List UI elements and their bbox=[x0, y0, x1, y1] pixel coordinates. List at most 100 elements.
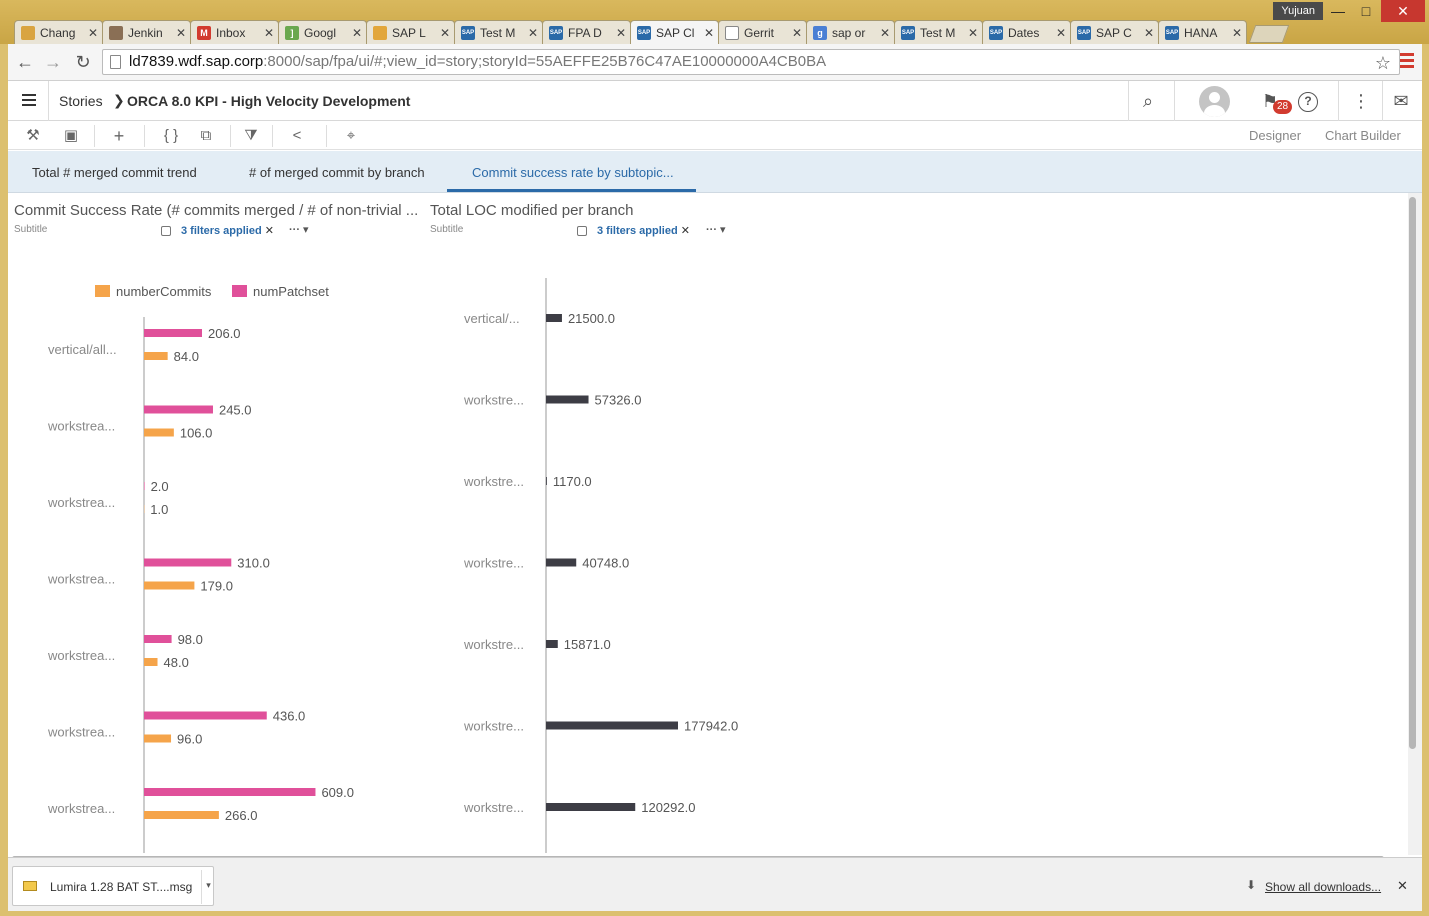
chart1-data-label: 84.0 bbox=[174, 349, 199, 364]
tab-label: Gerrit bbox=[744, 25, 774, 40]
browser-tab[interactable]: SAP Test M ✕ bbox=[454, 20, 543, 44]
tab-close-icon[interactable]: ✕ bbox=[968, 26, 978, 40]
tab-favicon-icon: SAP bbox=[901, 25, 915, 40]
tab-close-icon[interactable]: ✕ bbox=[1144, 26, 1154, 40]
share-icon[interactable]: < bbox=[284, 125, 310, 147]
tab-close-icon[interactable]: ✕ bbox=[440, 26, 450, 40]
story-canvas: Commit Success Rate (# commits merged / … bbox=[8, 193, 1408, 855]
browser-tab[interactable]: g sap or ✕ bbox=[806, 20, 895, 44]
download-item[interactable]: Lumira 1.28 BAT ST....msg ▾ bbox=[12, 866, 214, 906]
tab-close-icon[interactable]: ✕ bbox=[880, 26, 890, 40]
chart2-category-label: workstre... bbox=[463, 637, 524, 652]
filter-icon[interactable]: ⧩ bbox=[240, 125, 262, 147]
tab-favicon-icon bbox=[109, 25, 123, 40]
chart2-data-label: 57326.0 bbox=[595, 393, 642, 408]
browser-tab[interactable]: SAP FPA D ✕ bbox=[542, 20, 631, 44]
back-button[interactable]: ← bbox=[14, 51, 36, 73]
help-icon[interactable]: ? bbox=[1298, 92, 1318, 112]
chart1-category-label: workstrea... bbox=[47, 725, 115, 740]
forward-button[interactable]: → bbox=[42, 51, 64, 73]
tab-close-icon[interactable]: ✕ bbox=[704, 26, 714, 40]
chart1-data-label: 436.0 bbox=[273, 709, 306, 724]
chart2-data-label: 40748.0 bbox=[582, 556, 629, 571]
vertical-scrollbar-thumb[interactable] bbox=[1409, 197, 1416, 749]
pin-icon[interactable]: ⌖ bbox=[338, 125, 364, 147]
chart2-bar bbox=[546, 477, 547, 485]
legend-swatch bbox=[95, 285, 110, 297]
chart1-bar bbox=[144, 635, 172, 643]
chart1-bar bbox=[144, 405, 213, 414]
close-download-bar-button[interactable]: ✕ bbox=[1397, 878, 1408, 894]
browser-tab[interactable]: SAP Test M ✕ bbox=[894, 20, 983, 44]
browser-menu-icon[interactable] bbox=[1400, 53, 1414, 69]
star-icon[interactable]: ☆ bbox=[1375, 51, 1391, 74]
legend-label: numberCommits bbox=[116, 284, 212, 299]
address-bar[interactable]: ld7839.wdf.sap.corp:8000/sap/fpa/ui/#;vi… bbox=[102, 49, 1400, 75]
chart1-data-label: 2.0 bbox=[151, 479, 169, 494]
copy-icon[interactable]: ⧉ bbox=[194, 125, 218, 147]
browser-tab[interactable]: SAP Dates ✕ bbox=[982, 20, 1071, 44]
charts-svg: numberCommits numPatchset vertical/all... 2… bbox=[47, 278, 738, 853]
tools-icon[interactable]: ⚒ bbox=[20, 125, 46, 147]
chat-icon[interactable]: ✉ bbox=[1389, 90, 1413, 114]
tab-label: Googl bbox=[304, 25, 337, 40]
tab-close-icon[interactable]: ✕ bbox=[1056, 26, 1066, 40]
avatar[interactable] bbox=[1199, 86, 1230, 117]
browser-tab[interactable]: Chang ✕ bbox=[14, 20, 103, 44]
reload-button[interactable]: ↻ bbox=[72, 51, 94, 73]
tab-close-icon[interactable]: ✕ bbox=[616, 26, 626, 40]
browser-tab[interactable]: SAP HANA ✕ bbox=[1158, 20, 1247, 44]
browser-tab[interactable]: SAP SAP Cl ✕ bbox=[630, 20, 719, 44]
more-options-icon[interactable]: ⋮ bbox=[1349, 90, 1373, 114]
tab-close-icon[interactable]: ✕ bbox=[792, 26, 802, 40]
download-options-arrow[interactable]: ▾ bbox=[201, 870, 215, 904]
tab-merged-commit-by-branch[interactable]: # of merged commit by branch bbox=[249, 165, 425, 180]
chart1-data-label: 206.0 bbox=[208, 326, 241, 341]
tab-close-icon[interactable]: ✕ bbox=[1232, 26, 1242, 40]
tab-label: FPA D bbox=[568, 25, 602, 40]
sap-app: Stories ❯ ORCA 8.0 KPI - High Velocity D… bbox=[8, 81, 1422, 861]
designer-link[interactable]: Designer bbox=[1249, 128, 1301, 143]
tab-close-icon[interactable]: ✕ bbox=[88, 26, 98, 40]
minimize-button[interactable]: — bbox=[1325, 0, 1351, 22]
tab-close-icon[interactable]: ✕ bbox=[176, 26, 186, 40]
tab-commit-success-rate[interactable]: Commit success rate by subtopic... bbox=[472, 165, 674, 180]
page-tab-bar: Total # merged commit trend # of merged … bbox=[8, 151, 1422, 193]
chart2-category-label: workstre... bbox=[463, 393, 524, 408]
tab-close-icon[interactable]: ✕ bbox=[528, 26, 538, 40]
tab-label: SAP Cl bbox=[656, 25, 695, 40]
breadcrumb-stories[interactable]: Stories bbox=[59, 93, 103, 109]
tab-favicon-icon bbox=[373, 25, 387, 40]
tab-label: HANA bbox=[1184, 25, 1218, 40]
formula-icon[interactable]: { } bbox=[156, 125, 186, 147]
show-all-downloads-link[interactable]: Show all downloads... bbox=[1265, 880, 1381, 894]
tab-close-icon[interactable]: ✕ bbox=[264, 26, 274, 40]
browser-tab[interactable]: Gerrit ✕ bbox=[718, 20, 807, 44]
chart1-data-label: 245.0 bbox=[219, 403, 252, 418]
chart1-data-label: 1.0 bbox=[150, 502, 168, 517]
chart1-data-label: 96.0 bbox=[177, 732, 202, 747]
tab-total-merged-commit-trend[interactable]: Total # merged commit trend bbox=[32, 165, 197, 180]
chart2-category-label: workstre... bbox=[463, 474, 524, 489]
save-icon[interactable]: ▣ bbox=[56, 125, 86, 147]
browser-tab[interactable]: ] Googl ✕ bbox=[278, 20, 367, 44]
chart1-bar bbox=[144, 711, 267, 720]
browser-tab[interactable]: Jenkin ✕ bbox=[102, 20, 191, 44]
hamburger-menu-icon[interactable] bbox=[22, 94, 36, 106]
add-icon[interactable]: + bbox=[106, 125, 132, 147]
search-icon[interactable]: ⌕ bbox=[1136, 90, 1160, 114]
tab-label: Test M bbox=[920, 25, 956, 40]
maximize-button[interactable]: □ bbox=[1353, 0, 1379, 22]
tab-close-icon[interactable]: ✕ bbox=[352, 26, 362, 40]
browser-tab[interactable]: M Inbox ✕ bbox=[190, 20, 279, 44]
chart-builder-link[interactable]: Chart Builder bbox=[1325, 128, 1401, 143]
download-bar: Lumira 1.28 BAT ST....msg ▾ ⬇ Show all d… bbox=[8, 857, 1422, 911]
chart1-data-label: 48.0 bbox=[164, 655, 189, 670]
tab-favicon-icon: SAP bbox=[1077, 25, 1091, 40]
chart2-bar bbox=[546, 721, 678, 730]
new-tab-button[interactable] bbox=[1248, 25, 1290, 43]
close-window-button[interactable]: ✕ bbox=[1381, 0, 1425, 22]
browser-tab[interactable]: SAP L ✕ bbox=[366, 20, 455, 44]
browser-tab[interactable]: SAP SAP C ✕ bbox=[1070, 20, 1159, 44]
chart2-category-label: vertical/... bbox=[464, 311, 520, 326]
